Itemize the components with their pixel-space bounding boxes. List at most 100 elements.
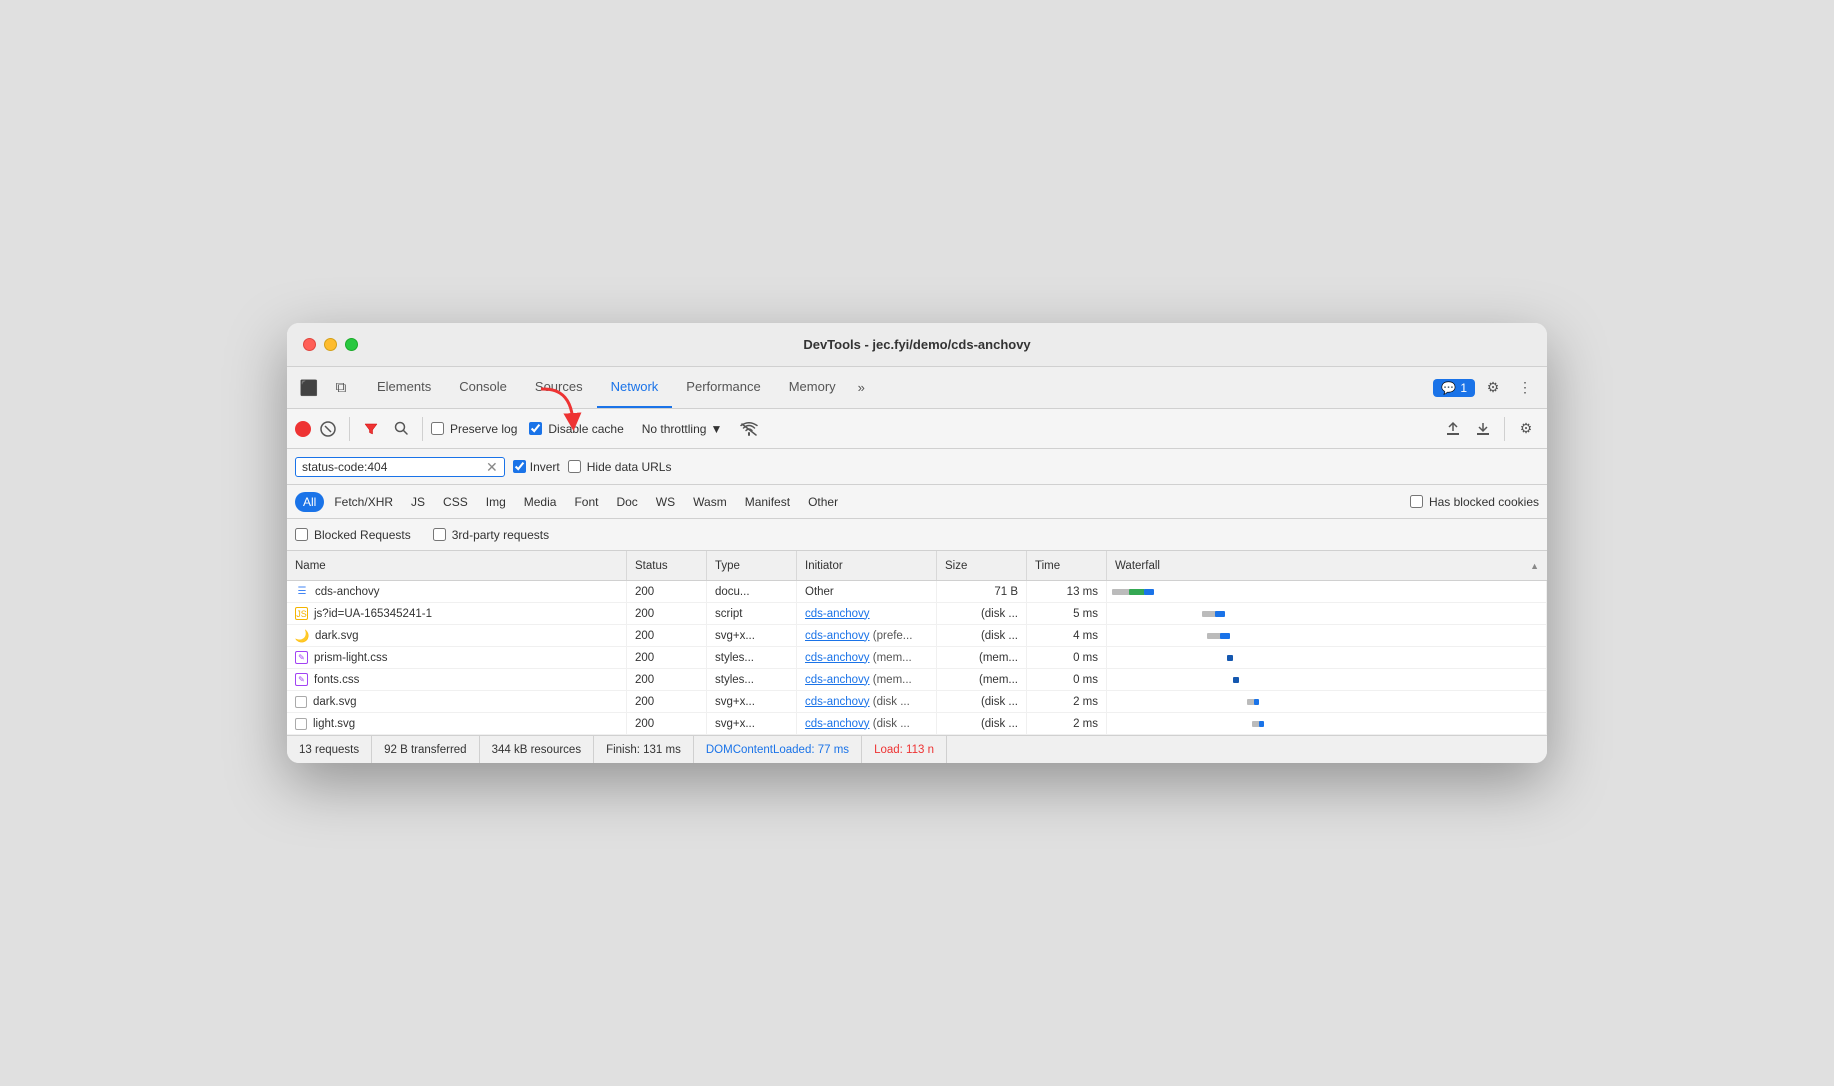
type-btn-manifest[interactable]: Manifest xyxy=(737,492,798,512)
filter-clear-button[interactable]: ✕ xyxy=(486,460,498,474)
td-name: 🌙 dark.svg xyxy=(287,625,627,646)
blocked-requests-label[interactable]: Blocked Requests xyxy=(295,528,411,542)
filter-input-wrap[interactable]: ✕ xyxy=(295,457,505,477)
filter-input[interactable] xyxy=(302,460,482,474)
td-waterfall xyxy=(1107,647,1547,668)
table-row[interactable]: 🌙 dark.svg 200 svg+x... cds-anchovy (pre… xyxy=(287,625,1547,647)
type-btn-ws[interactable]: WS xyxy=(648,492,683,512)
td-waterfall xyxy=(1107,713,1547,734)
settings-icon: ⚙ xyxy=(1487,379,1500,396)
css-icon: ✎ xyxy=(295,673,308,686)
network-conditions-btn[interactable] xyxy=(736,416,762,442)
th-initiator[interactable]: Initiator xyxy=(797,551,937,580)
th-size[interactable]: Size xyxy=(937,551,1027,580)
close-button[interactable] xyxy=(303,338,316,351)
invert-checkbox[interactable] xyxy=(513,460,526,473)
td-status: 200 xyxy=(627,603,707,624)
preserve-log-label[interactable]: Preserve log xyxy=(431,422,517,436)
layers-icon: ⧉ xyxy=(336,379,347,396)
network-settings-btn[interactable]: ⚙ xyxy=(1513,416,1539,442)
tab-icon-group: ⬛ ⧉ xyxy=(295,374,355,402)
has-blocked-cookies-checkbox[interactable] xyxy=(1410,495,1423,508)
upload-btn[interactable] xyxy=(1440,416,1466,442)
separator-1 xyxy=(349,417,350,441)
search-icon-btn[interactable] xyxy=(388,416,414,442)
filter-icon xyxy=(363,421,379,437)
td-time: 0 ms xyxy=(1027,647,1107,668)
tab-overflow-btn[interactable]: » xyxy=(850,380,873,395)
tab-network[interactable]: Network xyxy=(597,367,673,408)
type-btn-css[interactable]: CSS xyxy=(435,492,476,512)
table-row[interactable]: dark.svg 200 svg+x... cds-anchovy (disk … xyxy=(287,691,1547,713)
third-party-label[interactable]: 3rd-party requests xyxy=(433,528,549,542)
type-btn-all[interactable]: All xyxy=(295,492,324,512)
type-btn-doc[interactable]: Doc xyxy=(608,492,645,512)
preserve-log-checkbox[interactable] xyxy=(431,422,444,435)
tab-elements[interactable]: Elements xyxy=(363,367,445,408)
td-name: ✎ fonts.css xyxy=(287,669,627,690)
type-btn-js[interactable]: JS xyxy=(403,492,433,512)
table-row[interactable]: ✎ fonts.css 200 styles... cds-anchovy (m… xyxy=(287,669,1547,691)
settings-icon: ⚙ xyxy=(1520,420,1533,437)
td-status: 200 xyxy=(627,713,707,734)
td-status: 200 xyxy=(627,669,707,690)
th-name[interactable]: Name xyxy=(287,551,627,580)
download-btn[interactable] xyxy=(1470,416,1496,442)
type-btn-img[interactable]: Img xyxy=(478,492,514,512)
filter-icon-btn[interactable] xyxy=(358,416,384,442)
th-type[interactable]: Type xyxy=(707,551,797,580)
maximize-button[interactable] xyxy=(345,338,358,351)
moon-icon: 🌙 xyxy=(295,629,309,643)
record-button[interactable] xyxy=(295,421,311,437)
minimize-button[interactable] xyxy=(324,338,337,351)
wifi-icon xyxy=(740,422,758,436)
hide-data-urls-checkbox[interactable] xyxy=(568,460,581,473)
type-btn-font[interactable]: Font xyxy=(566,492,606,512)
cursor-icon-btn[interactable]: ⬛ xyxy=(295,374,323,402)
type-btn-wasm[interactable]: Wasm xyxy=(685,492,735,512)
th-time[interactable]: Time xyxy=(1027,551,1107,580)
notification-button[interactable]: 💬 1 xyxy=(1433,379,1475,397)
tab-console[interactable]: Console xyxy=(445,367,521,408)
table-row[interactable]: ✎ prism-light.css 200 styles... cds-anch… xyxy=(287,647,1547,669)
td-type: svg+x... xyxy=(707,625,797,646)
wf-blue-bar xyxy=(1220,633,1230,639)
upload-icon xyxy=(1445,421,1461,437)
clear-button[interactable] xyxy=(315,416,341,442)
tab-performance[interactable]: Performance xyxy=(672,367,774,408)
table-body: ☰ cds-anchovy 200 docu... Other 71 B 13 … xyxy=(287,581,1547,735)
tab-sources[interactable]: Sources xyxy=(521,367,597,408)
table-row[interactable]: light.svg 200 svg+x... cds-anchovy (disk… xyxy=(287,713,1547,735)
blocked-requests-checkbox[interactable] xyxy=(295,528,308,541)
throttle-dropdown[interactable]: No throttling ▼ xyxy=(636,420,729,438)
table-row[interactable]: JS js?id=UA-165345241-1 200 script cds-a… xyxy=(287,603,1547,625)
tab-memory[interactable]: Memory xyxy=(775,367,850,408)
td-type: docu... xyxy=(707,581,797,602)
more-icon-btn[interactable]: ⋮ xyxy=(1511,374,1539,402)
third-party-checkbox[interactable] xyxy=(433,528,446,541)
invert-label[interactable]: Invert xyxy=(513,460,560,474)
type-btn-fetchxhr[interactable]: Fetch/XHR xyxy=(326,492,401,512)
th-status[interactable]: Status xyxy=(627,551,707,580)
script-icon: JS xyxy=(295,607,308,620)
th-waterfall[interactable]: Waterfall ▲ xyxy=(1107,551,1547,580)
filter-row: ✕ Invert Hide data URLs xyxy=(287,449,1547,485)
layers-icon-btn[interactable]: ⧉ xyxy=(327,374,355,402)
wf-blue-bar xyxy=(1259,721,1264,727)
settings-icon-btn[interactable]: ⚙ xyxy=(1479,374,1507,402)
disable-cache-label[interactable]: Disable cache xyxy=(529,422,623,436)
table-row[interactable]: ☰ cds-anchovy 200 docu... Other 71 B 13 … xyxy=(287,581,1547,603)
traffic-lights xyxy=(303,338,358,351)
has-blocked-cookies-label[interactable]: Has blocked cookies xyxy=(1410,495,1539,509)
type-btn-media[interactable]: Media xyxy=(516,492,565,512)
search-icon xyxy=(394,421,409,436)
tabs-list: Elements Console Sources Network Perform… xyxy=(363,367,1433,408)
hide-data-urls-label[interactable]: Hide data URLs xyxy=(568,460,672,474)
wf-green-bar xyxy=(1129,589,1145,595)
disable-cache-checkbox[interactable] xyxy=(529,422,542,435)
status-load: Load: 113 n xyxy=(862,736,947,763)
type-btn-other[interactable]: Other xyxy=(800,492,846,512)
wf-blue-bar xyxy=(1227,655,1233,661)
wf-blue-bar xyxy=(1144,589,1154,595)
td-size: 71 B xyxy=(937,581,1027,602)
